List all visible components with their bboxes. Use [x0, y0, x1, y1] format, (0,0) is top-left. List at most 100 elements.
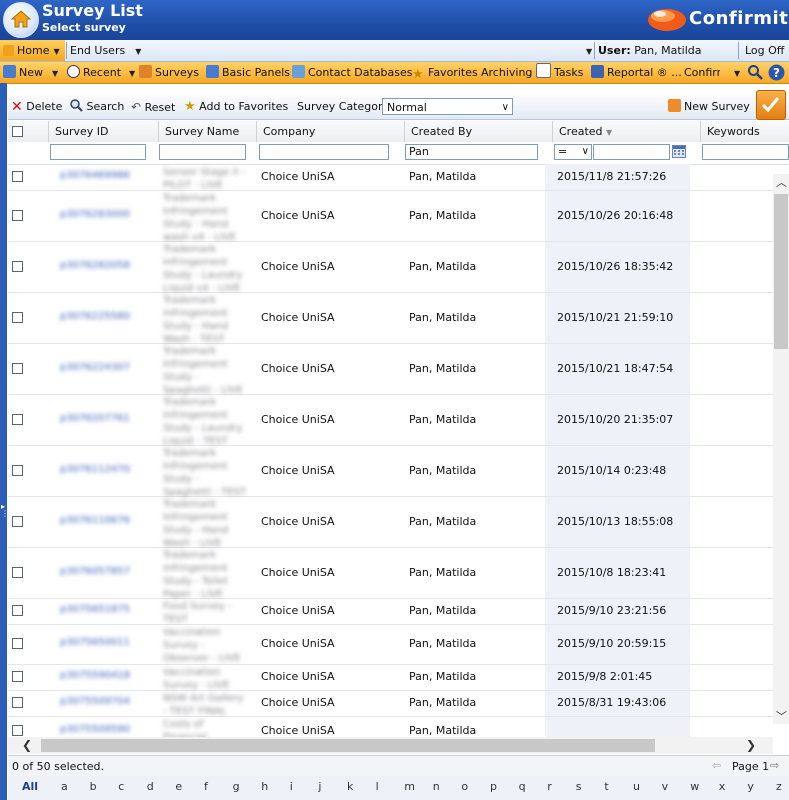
filter-survey-id[interactable] [50, 144, 146, 160]
alpha-filter-s[interactable]: s [576, 780, 582, 793]
survey-id-link[interactable]: p3076469986 [60, 170, 130, 181]
row-checkbox[interactable] [12, 414, 23, 425]
survey-id-link[interactable]: p3076112470 [60, 464, 130, 475]
table-row[interactable]: p3075650011 Vaccination Survey - Observer… [8, 624, 773, 665]
surveys-menu[interactable]: Surveys [139, 62, 199, 83]
table-row[interactable]: p3076207761 Trademark Infringement Study … [8, 394, 773, 447]
left-panel-toggle[interactable]: ▸ ⋮ [0, 83, 9, 800]
filter-created-operator[interactable]: = ∨ [554, 144, 592, 160]
col-survey-id[interactable]: Survey ID [48, 121, 158, 142]
horizontal-scroll-thumb[interactable] [41, 739, 655, 752]
alpha-filter-q[interactable]: q [519, 780, 526, 793]
alpha-filter-m[interactable]: m [404, 780, 415, 793]
col-survey-name[interactable]: Survey Name [158, 121, 256, 142]
confirm-menu[interactable]: Confirm [684, 62, 720, 83]
calendar-icon[interactable] [672, 145, 686, 158]
col-company[interactable]: Company [256, 121, 404, 142]
row-checkbox[interactable] [12, 725, 23, 736]
col-created-by[interactable]: Created By [404, 121, 552, 142]
alpha-filter-k[interactable]: k [347, 780, 353, 793]
archiving-menu[interactable]: Archiving [481, 62, 532, 83]
table-row[interactable]: p3076282058 Trademark Infringement Study … [8, 241, 773, 294]
alpha-filter-w[interactable]: w [690, 780, 699, 793]
alpha-filter-all[interactable]: All [22, 780, 38, 793]
basic-panels-menu[interactable]: Basic Panels [206, 62, 290, 83]
table-row[interactable]: p3075509704 NSW Art Gallery - TEST FINAL C… [8, 690, 773, 717]
toolbar-more-dropdown[interactable]: ▼ [730, 62, 740, 83]
table-row[interactable]: p3076469986 Sensor Stage II - PILOT - LIV… [8, 164, 773, 191]
alpha-filter-a[interactable]: a [61, 780, 68, 793]
survey-id-link[interactable]: p3076207761 [60, 413, 130, 424]
alpha-filter-n[interactable]: n [433, 780, 440, 793]
scroll-right-icon[interactable]: ❯ [746, 738, 756, 752]
table-row[interactable]: p3076112470 Trademark Infringement Study … [8, 445, 773, 498]
alpha-filter-p[interactable]: p [490, 780, 497, 793]
vertical-scrollbar[interactable]: ︿ ﹀ [773, 174, 789, 724]
row-checkbox[interactable] [12, 516, 23, 527]
next-page-icon[interactable]: ⇨ [770, 759, 779, 772]
col-created[interactable]: Created ▼ [552, 121, 700, 142]
table-row[interactable]: p3075509590 Costs of Financial Choice UniS… [8, 716, 773, 737]
alpha-filter-z[interactable]: z [776, 780, 782, 793]
scroll-up-icon[interactable]: ︿ [776, 174, 787, 190]
delete-button[interactable]: ✕ Delete [11, 95, 62, 119]
survey-id-link[interactable]: p3075509590 [60, 724, 130, 735]
horizontal-scrollbar[interactable]: ❮ ❯ [8, 737, 773, 754]
alpha-filter-x[interactable]: x [719, 780, 726, 793]
new-survey-button[interactable]: New Survey [668, 95, 750, 119]
scroll-down-icon[interactable]: ﹀ [776, 708, 787, 724]
row-checkbox[interactable] [12, 697, 23, 708]
table-row[interactable]: p3076224307 Trademark Infringement Study … [8, 343, 773, 396]
survey-category-select[interactable]: Normal ∨ [382, 98, 513, 115]
row-checkbox[interactable] [12, 363, 23, 374]
logoff-link[interactable]: Log Off [745, 40, 784, 61]
select-all-checkbox[interactable] [12, 126, 23, 137]
reset-button[interactable]: ↶ Reset [131, 95, 175, 119]
filter-created-date[interactable] [593, 144, 670, 160]
add-to-favorites-button[interactable]: ★ Add to Favorites [184, 95, 288, 119]
row-checkbox[interactable] [12, 605, 23, 616]
alpha-filter-h[interactable]: h [261, 780, 268, 793]
survey-id-link[interactable]: p3076283000 [60, 209, 130, 220]
alpha-filter-g[interactable]: g [233, 780, 240, 793]
row-checkbox[interactable] [12, 261, 23, 272]
reportal-menu[interactable]: Reportal ® ... [591, 62, 682, 83]
filter-created-by[interactable]: Pan [405, 144, 538, 160]
survey-id-link[interactable]: p3075650011 [60, 637, 130, 648]
survey-id-link[interactable]: p3075509704 [60, 696, 130, 707]
survey-id-link[interactable]: p3075590418 [60, 670, 130, 681]
survey-id-link[interactable]: p3076225580 [60, 311, 130, 322]
survey-id-link[interactable]: p3076282058 [60, 260, 130, 271]
table-row[interactable]: p3076110676 Trademark Infringement Study … [8, 496, 773, 549]
survey-id-link[interactable]: p3076110676 [60, 515, 130, 526]
alpha-filter-e[interactable]: e [175, 780, 182, 793]
row-checkbox[interactable] [12, 210, 23, 221]
alpha-filter-t[interactable]: t [604, 780, 608, 793]
scroll-left-icon[interactable]: ❮ [22, 738, 32, 752]
end-users-menu[interactable]: End Users ▼ [70, 40, 141, 61]
search-button[interactable]: Search [69, 95, 124, 119]
filter-survey-name[interactable] [159, 144, 246, 160]
row-checkbox[interactable] [12, 171, 23, 182]
row-checkbox[interactable] [12, 312, 23, 323]
filter-keywords[interactable] [702, 144, 789, 160]
row-checkbox[interactable] [12, 567, 23, 578]
vertical-scroll-thumb[interactable] [774, 194, 788, 349]
row-checkbox[interactable] [12, 465, 23, 476]
alpha-filter-d[interactable]: d [147, 780, 154, 793]
table-row[interactable]: p3075590418 Vaccination Survey - LIVE Choi… [8, 664, 773, 691]
alpha-filter-y[interactable]: y [747, 780, 754, 793]
table-row[interactable]: p3076057857 Trademark Infringement Study … [8, 547, 773, 600]
prev-page-icon[interactable]: ⇦ [712, 759, 721, 772]
row-checkbox[interactable] [12, 671, 23, 682]
table-row[interactable]: p3076283000 Trademark Infringement Study … [8, 190, 773, 243]
table-row[interactable]: p3076225580 Trademark Infringement Study … [8, 292, 773, 345]
home-menu[interactable]: Home ▼ [0, 40, 65, 61]
alpha-filter-j[interactable]: j [318, 780, 321, 793]
help-icon[interactable]: ? [768, 64, 785, 85]
survey-id-link[interactable]: p3075651875 [60, 604, 130, 615]
favorites-menu[interactable]: ★ Favorites [412, 62, 478, 83]
alpha-filter-f[interactable]: f [204, 780, 208, 793]
home-icon[interactable] [3, 2, 39, 38]
new-menu[interactable]: New ▼ [3, 62, 58, 83]
